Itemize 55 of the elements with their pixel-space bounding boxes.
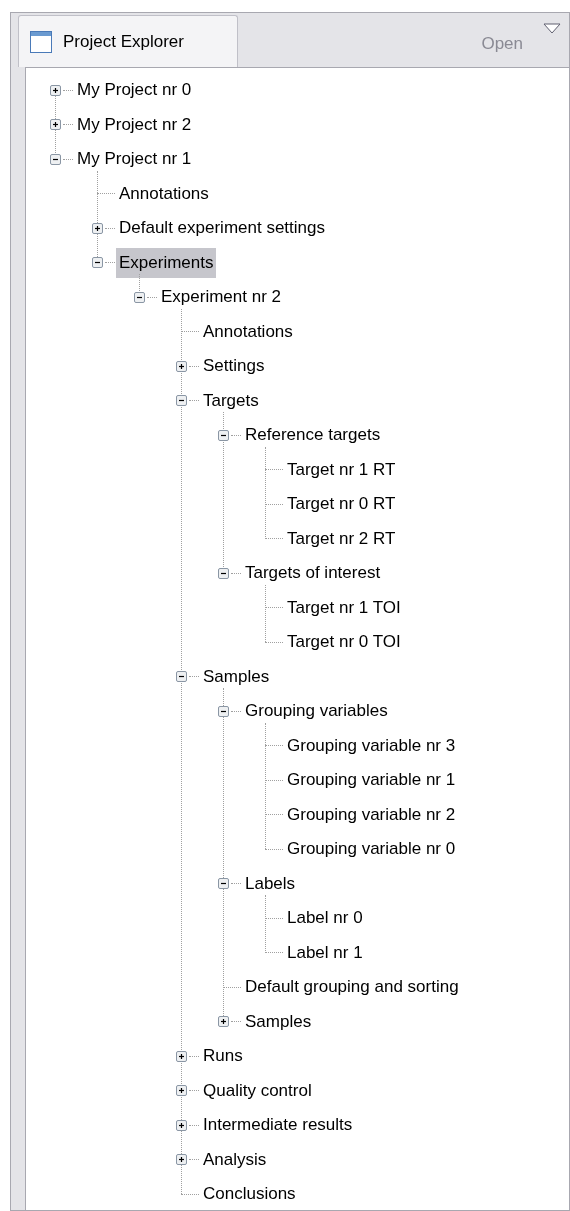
tree-item[interactable]: Annotations — [200, 316, 296, 347]
collapse-icon[interactable] — [218, 878, 229, 890]
expand-icon[interactable] — [176, 1119, 187, 1131]
expand-icon[interactable] — [176, 1085, 187, 1097]
tree-item[interactable]: Target nr 2 RT — [284, 523, 399, 554]
tree-item[interactable]: Labels — [242, 868, 299, 899]
tree-item[interactable]: Target nr 0 RT — [284, 489, 399, 520]
tree-item[interactable]: Default experiment settings — [116, 213, 328, 244]
collapse-icon[interactable] — [218, 705, 229, 717]
tree-item[interactable]: My Project nr 2 — [74, 109, 195, 140]
tree-item[interactable]: Grouping variable nr 0 — [284, 834, 459, 865]
collapse-icon[interactable] — [92, 257, 103, 269]
tree-item[interactable]: Grouping variables — [242, 696, 391, 727]
tree-item[interactable]: Runs — [200, 1041, 246, 1072]
collapse-icon[interactable] — [218, 429, 229, 441]
tree-item[interactable]: Targets of interest — [242, 558, 384, 589]
tree-item[interactable]: Intermediate results — [200, 1110, 356, 1141]
tree-item[interactable]: Experiment nr 2 — [158, 282, 284, 313]
collapse-icon[interactable] — [218, 567, 229, 579]
tab-title: Project Explorer — [63, 30, 184, 53]
tree-item[interactable]: Experiments — [116, 247, 217, 278]
project-explorer-tab[interactable]: Project Explorer — [18, 15, 238, 67]
expand-icon[interactable] — [176, 360, 187, 372]
expand-icon[interactable] — [50, 84, 61, 96]
collapse-icon[interactable] — [176, 671, 187, 683]
tree-item[interactable]: Samples — [200, 661, 273, 692]
expand-icon[interactable] — [176, 1050, 187, 1062]
tree-item[interactable]: Default grouping and sorting — [242, 972, 462, 1003]
tree-item[interactable]: Label nr 0 — [284, 903, 366, 934]
expand-icon[interactable] — [50, 119, 61, 131]
tree-item[interactable]: Grouping variable nr 2 — [284, 799, 459, 830]
collapse-icon[interactable] — [134, 291, 145, 303]
tree-item[interactable]: Targets — [200, 385, 262, 416]
expand-icon[interactable] — [218, 1016, 229, 1028]
tree-item[interactable]: Conclusions — [200, 1179, 299, 1210]
tree-item[interactable]: Reference targets — [242, 420, 384, 451]
window-icon — [29, 29, 53, 54]
tree-item[interactable]: Target nr 0 TOI — [284, 627, 404, 658]
tree-item[interactable]: Grouping variable nr 3 — [284, 730, 459, 761]
tree-item[interactable]: My Project nr 0 — [74, 75, 195, 106]
tree-item[interactable]: Target nr 1 TOI — [284, 592, 404, 623]
tree-item[interactable]: Settings — [200, 351, 268, 382]
tree-item[interactable]: Quality control — [200, 1075, 315, 1106]
dropdown-icon[interactable] — [543, 23, 561, 35]
tree-item[interactable]: Target nr 1 RT — [284, 454, 399, 485]
tree-item[interactable]: Label nr 1 — [284, 937, 366, 968]
tree-item[interactable]: Samples — [242, 1006, 315, 1037]
collapse-icon[interactable] — [50, 153, 61, 165]
tree-item[interactable]: Grouping variable nr 1 — [284, 765, 459, 796]
tree-item[interactable]: Annotations — [116, 178, 212, 209]
tree-item[interactable]: My Project nr 1 — [74, 144, 195, 175]
expand-icon[interactable] — [92, 222, 103, 234]
collapse-icon[interactable] — [176, 395, 187, 407]
tree-item[interactable]: Analysis — [200, 1144, 270, 1175]
expand-icon[interactable] — [176, 1154, 187, 1166]
